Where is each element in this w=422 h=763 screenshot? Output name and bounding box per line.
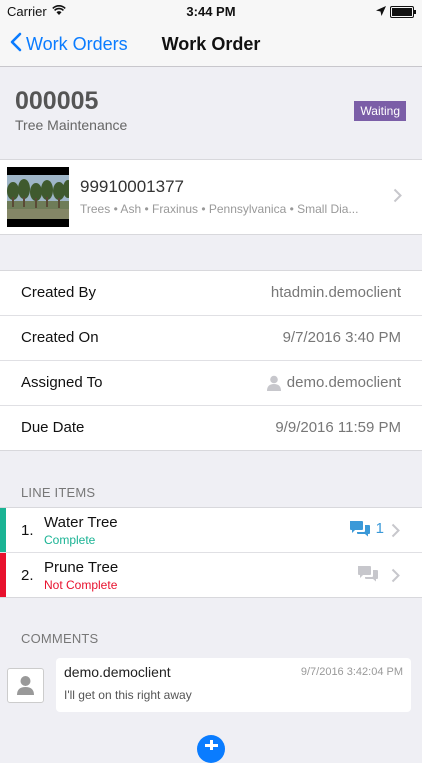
asset-id: 99910001377 [80, 177, 185, 196]
line-item-status: Complete [44, 533, 96, 547]
line-item-comments [357, 565, 384, 582]
line-item-comments: 1 [349, 520, 384, 537]
back-button[interactable]: Work Orders [10, 22, 128, 66]
page-title-text: Work Order [161, 34, 261, 54]
line-item-status: Not Complete [44, 578, 118, 592]
comment-bubble: demo.democlient 9/7/2016 3:42:04 PM I'll… [56, 658, 411, 712]
line-item-name: Water Tree [44, 514, 118, 531]
comment-count: 1 [375, 520, 384, 537]
person-icon [266, 375, 281, 391]
comment-author: demo.democlient [64, 664, 171, 680]
comment-text: I'll get on this right away [64, 688, 192, 702]
chat-bubbles-icon [358, 566, 378, 582]
comments-header: COMMENTS [21, 631, 99, 646]
detail-label: Assigned To [21, 374, 103, 391]
chevron-right-icon [393, 187, 402, 208]
status-bar: Carrier 3:44 PM [0, 0, 422, 22]
back-button-label: Work Orders [26, 33, 128, 54]
detail-row-due-date: Due Date 9/9/2016 11:59 PM [0, 406, 422, 450]
line-item[interactable]: 1. Water Tree Complete 1 [0, 508, 422, 552]
status-color-bar [0, 553, 6, 597]
line-items-header: LINE ITEMS [21, 485, 96, 500]
location-arrow-icon [376, 4, 386, 19]
chevron-right-icon [391, 567, 400, 588]
detail-row-assigned-to[interactable]: Assigned To demo.democlient [0, 361, 422, 406]
detail-value-wrapper: demo.democlient [266, 374, 401, 391]
navigation-bar: Work Orders Work Order [0, 22, 422, 67]
status-badge: Waiting [354, 101, 406, 121]
asset-thumbnail [7, 167, 69, 227]
chevron-right-icon [391, 522, 400, 543]
chevron-left-icon [10, 30, 22, 56]
detail-row-created-by: Created By htadmin.democlient [0, 271, 422, 316]
details-list: Created By htadmin.democlient Created On… [0, 270, 422, 451]
comment-timestamp: 9/7/2016 3:42:04 PM [300, 666, 403, 678]
asset-row[interactable]: 99910001377 Trees • Ash • Fraxinus • Pen… [0, 159, 422, 235]
line-item-number: 1. [21, 522, 34, 539]
add-comment-button[interactable] [197, 735, 225, 763]
order-type: Tree Maintenance [15, 117, 128, 133]
detail-row-created-on: Created On 9/7/2016 3:40 PM [0, 316, 422, 361]
detail-value: htadmin.democlient [270, 284, 401, 301]
status-color-bar [0, 508, 6, 552]
clock: 3:44 PM [186, 4, 236, 19]
avatar [7, 668, 44, 703]
assigned-to-value: demo.democlient [286, 374, 401, 391]
line-item[interactable]: 2. Prune Tree Not Complete [0, 552, 422, 597]
order-number: 000005 [15, 87, 99, 115]
chat-bubbles-icon [349, 521, 370, 537]
battery-icon [390, 6, 416, 18]
detail-value: 9/7/2016 3:40 PM [282, 329, 401, 346]
comment: demo.democlient 9/7/2016 3:42:04 PM I'll… [7, 658, 412, 712]
order-header: 000005 Tree Maintenance Waiting [0, 67, 422, 159]
detail-label: Created On [21, 329, 99, 346]
line-items-list: 1. Water Tree Complete 1 2. Prune Tree N… [0, 507, 422, 598]
detail-label: Due Date [21, 419, 85, 436]
detail-label: Created By [21, 284, 97, 301]
person-icon [17, 676, 34, 695]
asset-description: Trees • Ash • Fraxinus • Pennsylvanica •… [80, 202, 359, 216]
line-item-name: Prune Tree [44, 559, 119, 576]
detail-value: 9/9/2016 11:59 PM [275, 419, 401, 436]
line-item-number: 2. [21, 567, 34, 584]
